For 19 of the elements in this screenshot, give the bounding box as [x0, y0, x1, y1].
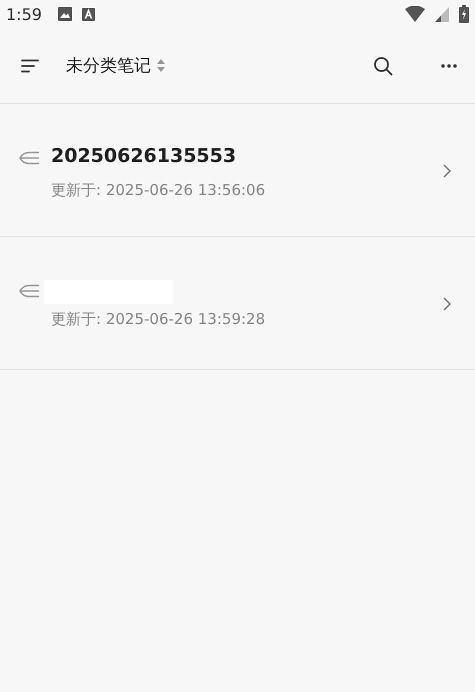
battery-icon [459, 5, 469, 23]
note-updated-time: 更新于: 2025-06-26 13:56:06 [51, 181, 266, 200]
wifi-icon [405, 6, 425, 22]
signal-icon [435, 6, 449, 22]
menu-icon [21, 58, 39, 72]
status-time: 1:59 [6, 4, 42, 24]
folder-dropdown[interactable]: 未分类笔记 [66, 54, 165, 77]
sort-arrows-icon [157, 59, 165, 72]
note-branch-icon [18, 151, 40, 165]
note-title: 20250626135553 [51, 145, 238, 169]
app-icon [82, 8, 95, 20]
chevron-right-icon [443, 297, 451, 311]
chevron-right-icon [443, 164, 451, 178]
note-item[interactable]: 20250626135553 更新于: 2025-06-26 13:56:06 [0, 104, 475, 237]
search-icon [373, 56, 393, 76]
note-updated-time: 更新于: 2025-06-26 13:59:28 [51, 310, 266, 329]
image-icon [58, 7, 72, 21]
more-icon [441, 64, 457, 68]
note-branch-icon [18, 284, 40, 298]
